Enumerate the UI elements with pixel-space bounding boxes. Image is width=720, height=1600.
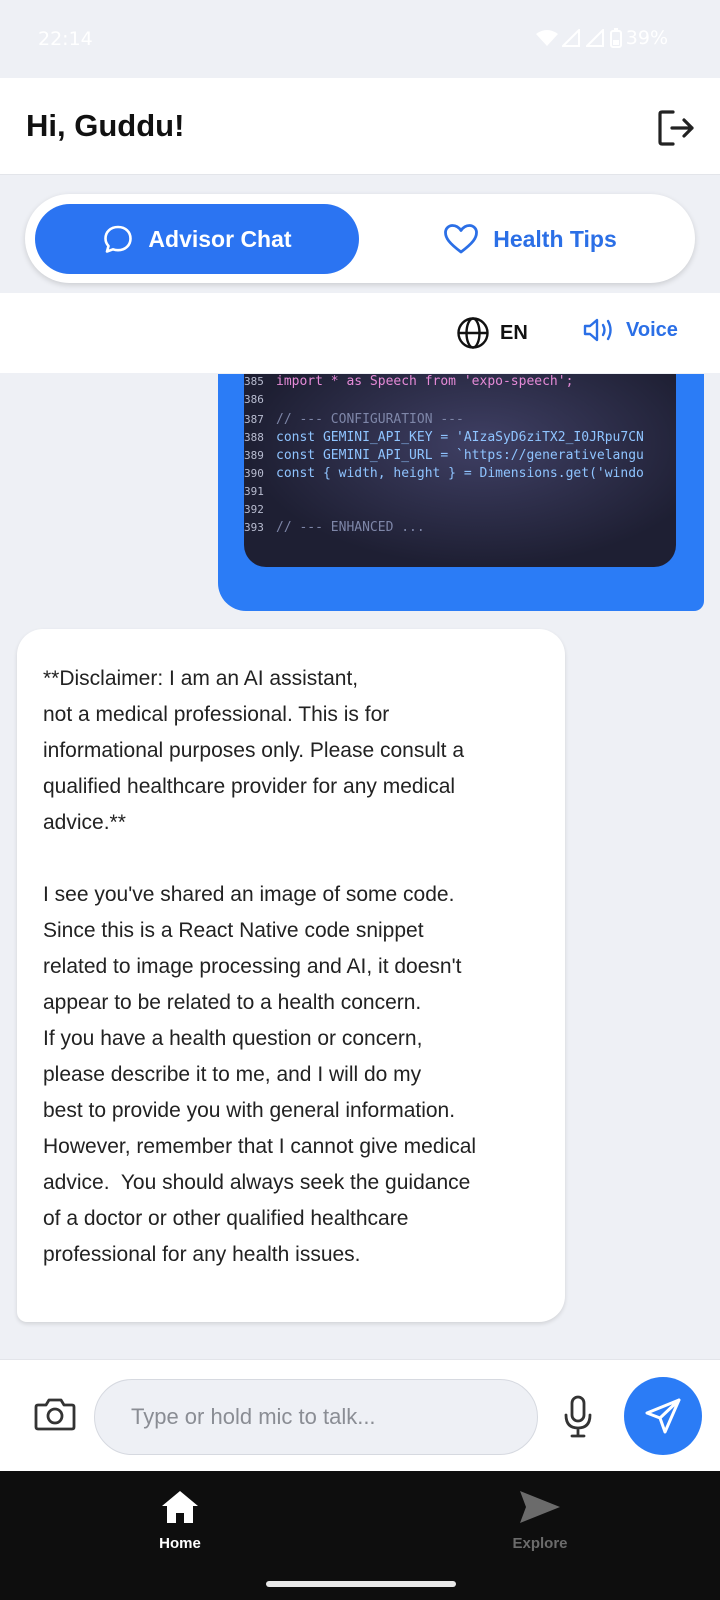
home-icon (162, 1491, 198, 1523)
shared-code-image[interactable]: 383import { Camera } from 'expo-camera';… (244, 374, 676, 567)
send-icon (645, 1398, 681, 1434)
logout-button[interactable] (656, 108, 696, 148)
battery-icon (609, 28, 622, 48)
user-message-bubble: 383import { Camera } from 'expo-camera';… (218, 374, 704, 611)
signal-icon-2 (585, 29, 604, 47)
code-line-number: 385 (244, 375, 264, 388)
voice-toggle[interactable]: Voice (582, 316, 678, 344)
code-line: 392 (244, 502, 276, 517)
tab-health-tips[interactable]: Health Tips (380, 204, 680, 274)
bot-message-text: **Disclaimer: I am an AI assistant, not … (43, 667, 477, 1266)
code-line: 387 // --- CONFIGURATION --- (244, 412, 464, 427)
gesture-bar[interactable] (266, 1581, 456, 1587)
nav-home[interactable]: Home (90, 1489, 270, 1552)
heart-icon (444, 224, 479, 254)
code-line: 389 const GEMINI_API_URL = `https://gener… (244, 448, 644, 463)
signal-icon (561, 29, 580, 47)
status-icons: 39% (535, 27, 668, 49)
message-input[interactable]: Type or hold mic to talk... (94, 1379, 538, 1455)
nav-explore[interactable]: Explore (450, 1489, 630, 1552)
code-line-number: 388 (244, 431, 264, 444)
nav-home-label: Home (159, 1535, 201, 1552)
bot-message-bubble: **Disclaimer: I am an AI assistant, not … (17, 629, 565, 1322)
code-line-number: 391 (244, 485, 264, 498)
code-line-number: 390 (244, 467, 264, 480)
status-time: 22:14 (38, 28, 93, 50)
chat-bubble-icon (104, 225, 133, 253)
wifi-icon (535, 30, 558, 46)
tab-advisor-chat-label: Advisor Chat (148, 225, 292, 252)
explore-send-icon (520, 1491, 560, 1523)
tab-health-tips-label: Health Tips (493, 225, 617, 252)
code-line: 393 // --- ENHANCED ... (244, 520, 425, 535)
code-line: 385 import * as Speech from 'expo-speech'… (244, 374, 573, 389)
code-line: 386 (244, 392, 276, 407)
camera-button[interactable] (34, 1395, 76, 1438)
code-line-text: const GEMINI_API_KEY = 'AIzaSyD6ziTX2_I0… (276, 430, 644, 445)
code-line-text: // --- ENHANCED ... (276, 520, 425, 535)
greeting-title: Hi, Guddu! (26, 108, 185, 143)
chat-messages[interactable]: 383import { Camera } from 'expo-camera';… (0, 374, 720, 1358)
globe-icon (457, 317, 489, 349)
status-bar: 22:14 39% (0, 0, 720, 78)
code-line-text: const GEMINI_API_URL = `https://generati… (276, 448, 644, 463)
message-input-bar: Type or hold mic to talk... (0, 1359, 720, 1471)
tab-advisor-chat[interactable]: Advisor Chat (35, 204, 359, 274)
battery-percent: 39% (625, 27, 668, 49)
code-line-number: 392 (244, 503, 264, 516)
bottom-navigation: Home Explore (0, 1471, 720, 1600)
code-line-number: 393 (244, 521, 264, 534)
code-line: 388 const GEMINI_API_KEY = 'AIzaSyD6ziTX2… (244, 430, 644, 445)
code-line-text: const { width, height } = Dimensions.get… (276, 466, 644, 481)
code-line: 390 const { width, height } = Dimensions.… (244, 466, 644, 481)
nav-explore-label: Explore (512, 1535, 568, 1552)
chat-toolbar: EN Voice (0, 293, 720, 373)
microphone-icon (564, 1395, 592, 1438)
camera-icon (34, 1398, 76, 1431)
code-line-number: 387 (244, 413, 264, 426)
code-line-number: 389 (244, 449, 264, 462)
voice-label: Voice (626, 318, 678, 341)
code-line-text: // --- CONFIGURATION --- (276, 412, 464, 427)
code-line-text: import * as Speech from 'expo-speech'; (276, 374, 574, 389)
code-line: 391 (244, 484, 276, 499)
app-header: Hi, Guddu! (0, 78, 720, 175)
send-button[interactable] (624, 1377, 702, 1455)
language-toggle[interactable]: EN (456, 316, 528, 350)
mic-button[interactable] (562, 1395, 594, 1444)
speaker-icon (583, 318, 612, 342)
language-label: EN (500, 321, 528, 344)
tab-switcher: Advisor Chat Health Tips (25, 194, 695, 283)
logout-icon (658, 110, 694, 146)
code-line-number: 386 (244, 393, 264, 406)
